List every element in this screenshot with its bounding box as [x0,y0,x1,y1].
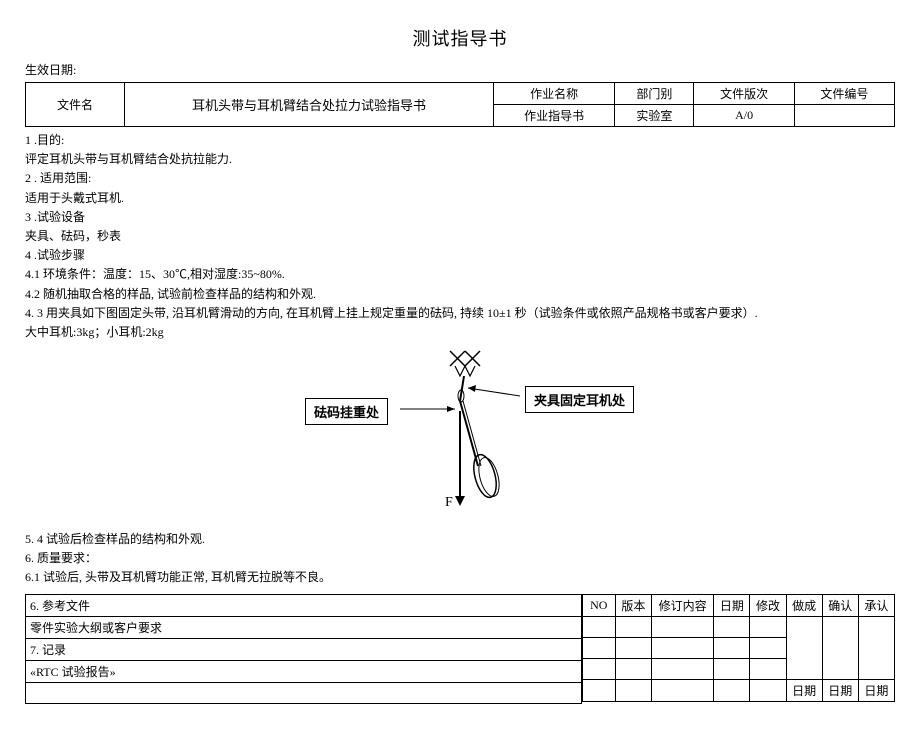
cell-make [786,616,822,679]
cell-date-label: 日期 [786,679,822,701]
cell [615,658,651,679]
footer-tables: 6. 参考文件 零件实验大纲或客户要求 7. 记录 «RTC 试验报告» NO … [25,594,895,704]
cell-date-label: 日期 [858,679,894,701]
col-confirm: 确认 [822,594,858,616]
header-table: 文件名 耳机头带与耳机臂结合处拉力试验指导书 作业名称 部门别 文件版次 文件编… [25,82,895,127]
cell [582,679,615,701]
file-ver-value: A/0 [694,105,794,127]
file-name-label: 文件名 [26,83,125,127]
col-ver: 版本 [615,594,651,616]
footer-ref-body: 零件实验大纲或客户要求 [26,616,582,638]
section-5: 5. 4 试验后检查样品的结构和外观. [25,530,895,549]
cell [582,616,615,637]
diagram-svg: F [310,346,610,521]
dept-value: 实验室 [615,105,694,127]
cell [750,616,786,637]
cell [714,616,750,637]
footer-record-body: «RTC 试验报告» [26,660,582,682]
cell [651,679,713,701]
col-modify: 修改 [750,594,786,616]
cell-confirm [822,616,858,679]
section-2-body: 适用于头戴式耳机. [25,189,895,208]
section-3-heading: 3 .试验设备 [25,208,895,227]
weight-label-box: 砝码挂重处 [305,398,388,425]
cell [582,658,615,679]
col-make: 做成 [786,594,822,616]
col-approve: 承认 [858,594,894,616]
section-6-1: 6.1 试验后, 头带及耳机臂功能正常, 耳机臂无拉脱等不良。 [25,568,895,587]
file-ver-label: 文件版次 [694,83,794,105]
effective-date-label: 生效日期: [25,61,895,78]
cell [651,616,713,637]
body-text: 1 .目的: 评定耳机头带与耳机臂结合处抗拉能力. 2 . 适用范围: 适用于头… [25,131,895,342]
col-rev-content: 修订内容 [651,594,713,616]
col-no: NO [582,594,615,616]
cell [714,637,750,658]
section-4-2: 4.2 随机抽取合格的样品, 试验前检查样品的结构和外观. [25,285,895,304]
section-4-1: 4.1 环境条件：温度：15、30℃,相对湿度:35~80%. [25,265,895,284]
footer-empty-row [26,682,582,703]
job-name-value: 作业指导书 [494,105,615,127]
col-date: 日期 [714,594,750,616]
cell [615,616,651,637]
cell [651,637,713,658]
page-title: 测试指导书 [25,25,895,51]
cell-approve [858,616,894,679]
cell [714,658,750,679]
job-name-label: 作业名称 [494,83,615,105]
cell [750,637,786,658]
file-no-label: 文件编号 [794,83,894,105]
cell [615,679,651,701]
cell [750,679,786,701]
section-4-3b: 大中耳机:3kg；小耳机:2kg [25,323,895,342]
force-label: F [445,495,453,510]
cell-date-label: 日期 [822,679,858,701]
section-2-heading: 2 . 适用范围: [25,169,895,188]
section-4-3: 4. 3 用夹具如下图固定头带, 沿耳机臂滑动的方向, 在耳机臂上挂上规定重量的… [25,304,895,323]
file-name-value: 耳机头带与耳机臂结合处拉力试验指导书 [125,83,494,127]
file-no-value [794,105,894,127]
section-4-heading: 4 .试验步骤 [25,246,895,265]
test-diagram: 砝码挂重处 夹具固定耳机处 F [25,346,895,526]
body-text-lower: 5. 4 试验后检查样品的结构和外观. 6. 质量要求： 6.1 试验后, 头带… [25,530,895,588]
cell [582,637,615,658]
dept-label: 部门别 [615,83,694,105]
cell [750,658,786,679]
footer-record: 7. 记录 [26,638,582,660]
cell [651,658,713,679]
section-6: 6. 质量要求： [25,549,895,568]
cell [615,637,651,658]
section-1-heading: 1 .目的: [25,131,895,150]
section-3-body: 夹具、砝码，秒表 [25,227,895,246]
footer-ref-doc: 6. 参考文件 [26,594,582,616]
cell [714,679,750,701]
fixture-label-box: 夹具固定耳机处 [525,386,634,413]
section-1-body: 评定耳机头带与耳机臂结合处抗拉能力. [25,150,895,169]
